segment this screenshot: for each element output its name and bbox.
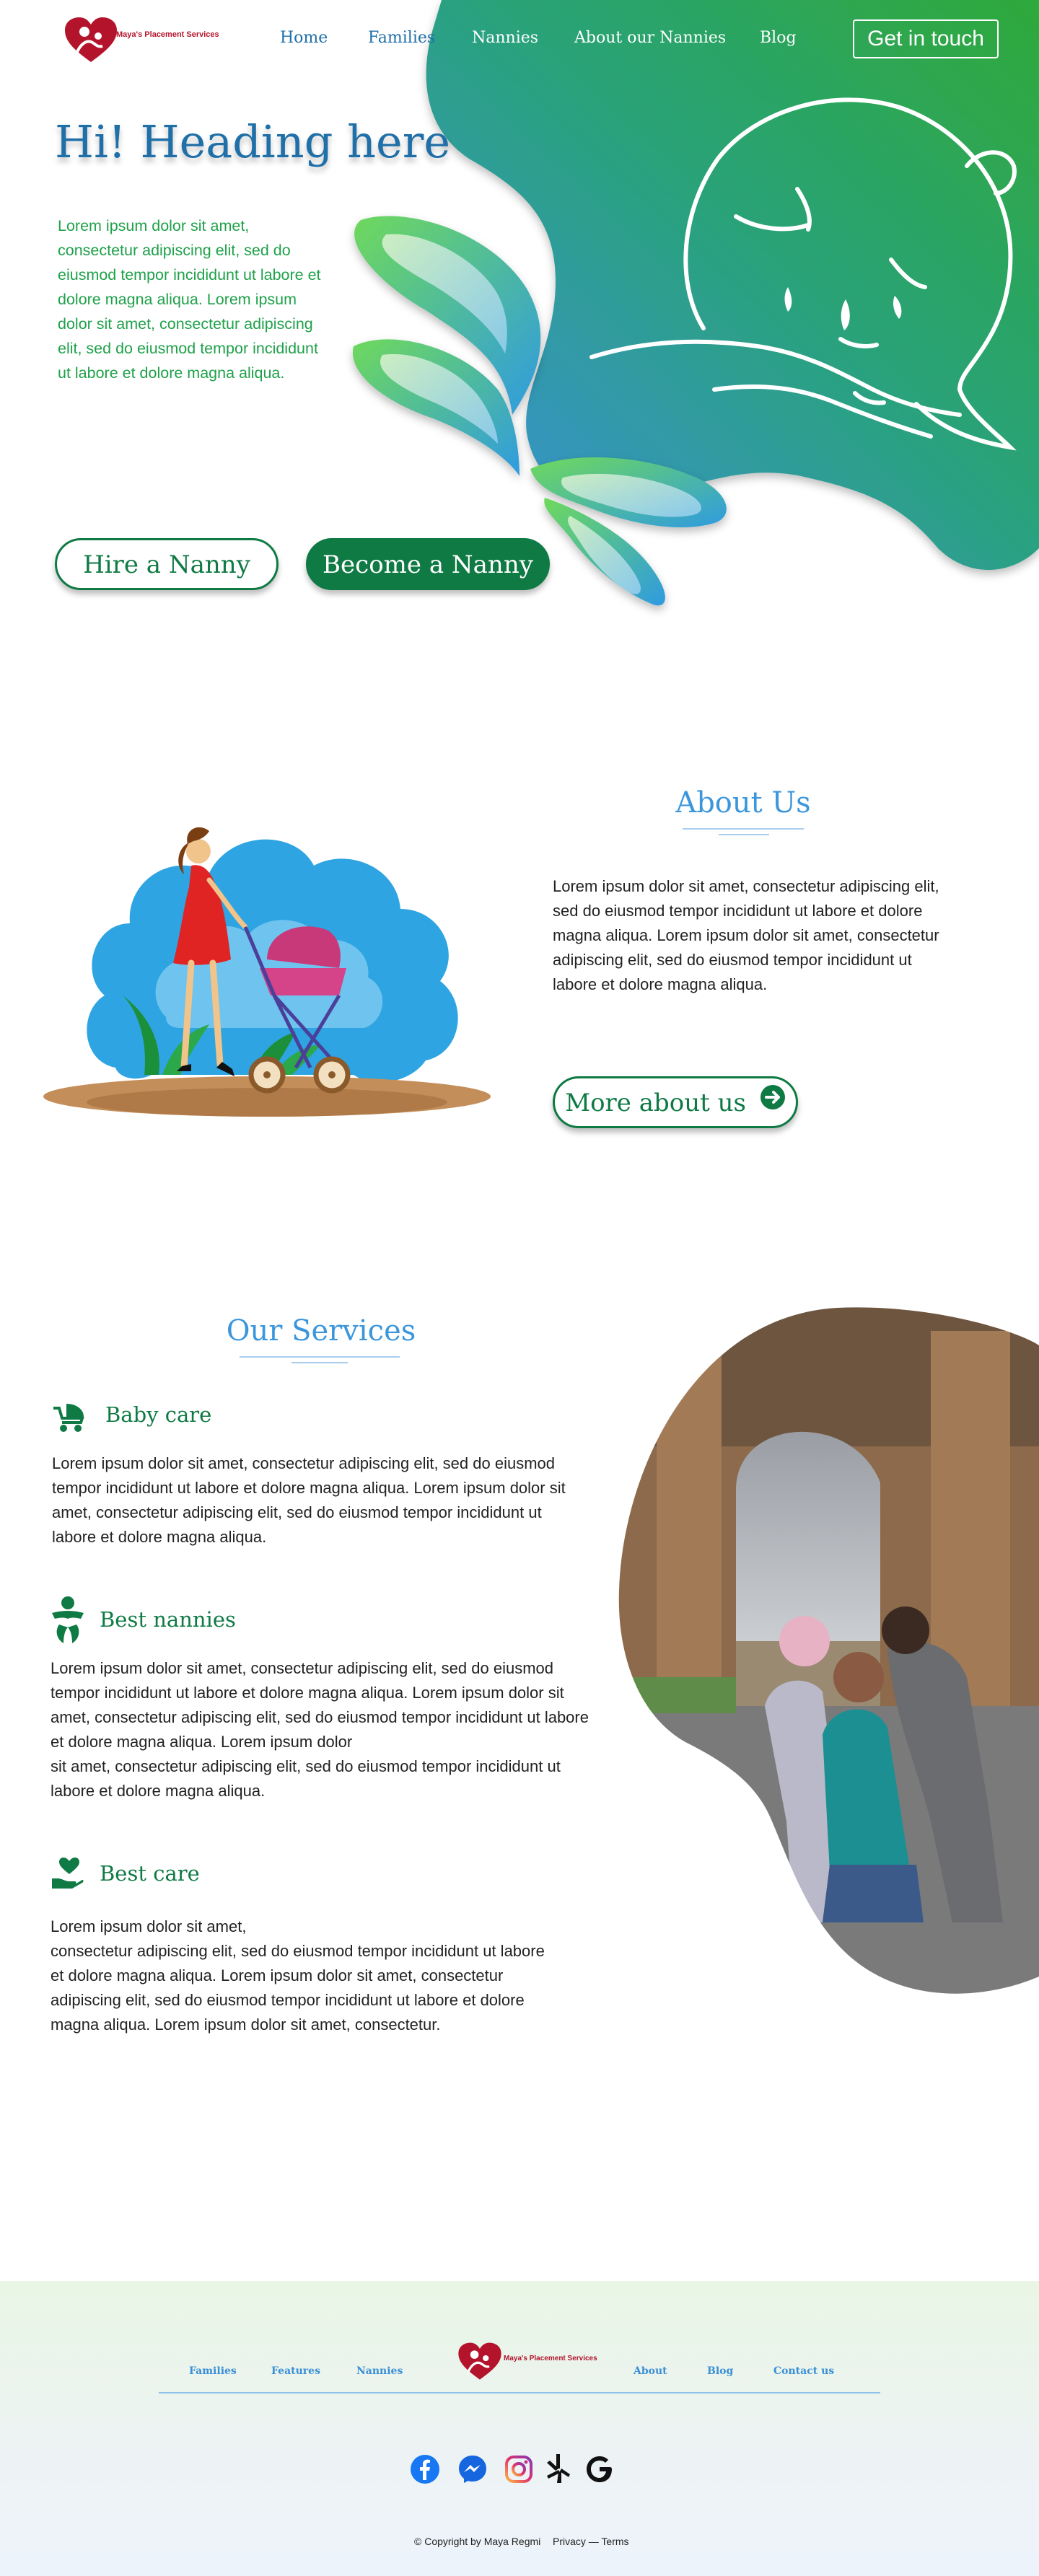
about-text: Lorem ipsum dolor sit amet, consectetur … (553, 877, 939, 993)
footer: Families Features Nannies Maya's Placeme… (0, 2281, 1039, 2576)
services-title-underline (240, 1356, 400, 1358)
footer-link-families[interactable]: Families (189, 2365, 237, 2377)
service-title-baby-care: Baby care (105, 1402, 212, 1427)
footer-link-about[interactable]: About (634, 2365, 667, 2377)
footer-link-blog[interactable]: Blog (707, 2365, 733, 2377)
services-title-underline-small (291, 1362, 348, 1363)
stroller-icon (52, 1401, 87, 1436)
nav-blog[interactable]: Blog (760, 29, 797, 47)
heart-hand-icon (51, 1857, 84, 1894)
nav-about-our-nannies[interactable]: About our Nannies (574, 29, 726, 47)
heart-logo-icon (65, 17, 117, 62)
privacy-terms-link[interactable]: Privacy — Terms (553, 2536, 629, 2547)
footer-logo[interactable]: Maya's Placement Services (456, 2342, 597, 2385)
service-title-best-nannies: Best nannies (100, 1607, 236, 1632)
google-icon[interactable] (584, 2454, 615, 2488)
facebook-icon[interactable] (410, 2454, 440, 2488)
footer-link-nannies[interactable]: Nannies (356, 2365, 403, 2377)
instagram-icon[interactable] (504, 2454, 534, 2488)
logo-text: Maya's Placement Services (116, 30, 219, 39)
hire-nanny-button[interactable]: Hire a Nanny (55, 538, 279, 590)
nav-nannies[interactable]: Nannies (472, 29, 538, 47)
yelp-icon[interactable] (544, 2453, 573, 2488)
service-text-best-care: Lorem ipsum dolor sit amet, consectetur … (51, 1917, 545, 2034)
more-about-us-label: More about us (565, 1089, 746, 1117)
footer-divider (159, 2392, 880, 2393)
messenger-icon[interactable] (457, 2454, 488, 2488)
about-title: About Us (675, 786, 811, 819)
nanny-stroller-illustration (43, 827, 491, 1117)
logo[interactable]: Maya's Placement Services (62, 16, 219, 66)
nav-home[interactable]: Home (280, 29, 328, 47)
copyright-text: © Copyright by Maya Regmi (414, 2536, 541, 2547)
more-about-us-button[interactable]: More about us (553, 1076, 798, 1128)
heart-logo-icon (458, 2342, 501, 2380)
service-text-best-nannies: Lorem ipsum dolor sit amet, consectetur … (51, 1659, 589, 1800)
service-title-best-care: Best care (100, 1861, 200, 1886)
family-photo (618, 1307, 1039, 1994)
about-title-underline (683, 828, 804, 830)
baby-icon (49, 1596, 87, 1650)
hero-text: Lorem ipsum dolor sit amet, consectetur … (58, 217, 321, 382)
about-title-underline-small (719, 834, 769, 835)
footer-logo-text: Maya's Placement Services (504, 2355, 597, 2362)
get-in-touch-button[interactable]: Get in touch (853, 19, 999, 58)
services-title: Our Services (226, 1314, 416, 1348)
footer-link-contact-us[interactable]: Contact us (773, 2365, 834, 2377)
nav-families[interactable]: Families (368, 29, 435, 47)
footer-link-features[interactable]: Features (271, 2365, 320, 2377)
hero-title: Hi! Heading here (55, 115, 451, 168)
arrow-right-circle-icon (760, 1078, 786, 1127)
service-text-baby-care: Lorem ipsum dolor sit amet, consectetur … (52, 1454, 566, 1546)
become-nanny-button[interactable]: Become a Nanny (306, 538, 550, 590)
